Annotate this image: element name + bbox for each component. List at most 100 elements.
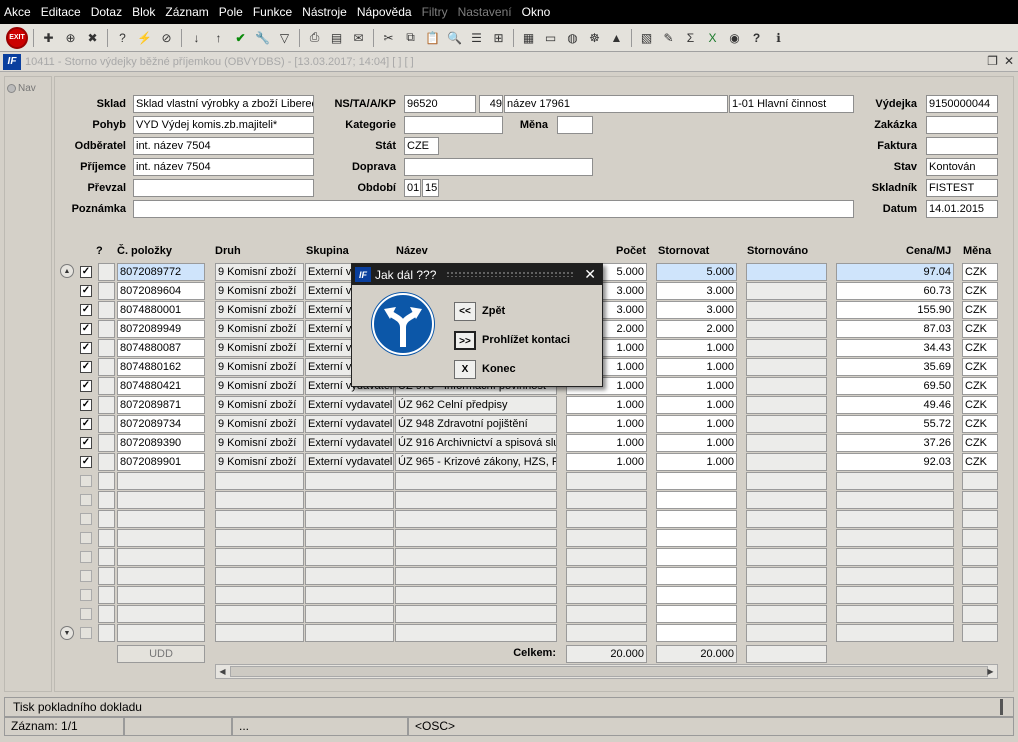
empty-cell[interactable] bbox=[962, 491, 998, 509]
menu-1[interactable]: Akce bbox=[4, 5, 31, 19]
cell-nazev[interactable]: ÚZ 948 Zdravotní pojištění bbox=[395, 415, 557, 433]
nav-toggle[interactable]: Nav bbox=[7, 83, 36, 94]
row-flag[interactable] bbox=[98, 586, 115, 604]
cell-skupina[interactable]: Externí vydavatel bbox=[305, 415, 394, 433]
cell-stornovat[interactable]: 1.000 bbox=[656, 453, 737, 471]
cell-stornovat[interactable]: 5.000 bbox=[656, 263, 737, 281]
cell-pocet[interactable]: 1.000 bbox=[566, 396, 647, 414]
cell-stornovano[interactable] bbox=[746, 358, 827, 376]
poznamka-field[interactable] bbox=[133, 200, 854, 218]
empty-cell[interactable] bbox=[656, 510, 737, 528]
obdobi-year-field[interactable]: 15 bbox=[422, 179, 439, 197]
empty-cell[interactable] bbox=[117, 510, 205, 528]
row-flag[interactable] bbox=[98, 282, 115, 300]
empty-cell[interactable] bbox=[566, 472, 647, 490]
empty-cell[interactable] bbox=[395, 472, 557, 490]
info-icon[interactable]: ℹ bbox=[769, 28, 788, 47]
scroll-thumb[interactable] bbox=[230, 666, 988, 677]
empty-cell[interactable] bbox=[656, 605, 737, 623]
cell-polozka[interactable]: 8072089390 bbox=[117, 434, 205, 452]
pohyb-field[interactable]: VYD Výdej komis.zb.majiteli* bbox=[133, 116, 314, 134]
row-checkbox[interactable]: ✓ bbox=[80, 418, 92, 430]
wrench-icon[interactable]: 🔧 bbox=[253, 28, 272, 47]
sklad-field[interactable]: Sklad vlastní výrobky a zboží Liberec bbox=[133, 95, 314, 113]
helm-icon[interactable]: ☸ bbox=[585, 28, 604, 47]
stat-field[interactable]: CZE bbox=[404, 137, 439, 155]
cell-druh[interactable]: 9 Komisní zboží bbox=[215, 434, 304, 452]
obdobi-month-field[interactable]: 01 bbox=[404, 179, 421, 197]
row-flag[interactable] bbox=[98, 624, 115, 642]
row-checkbox[interactable] bbox=[80, 551, 92, 563]
row-checkbox[interactable] bbox=[80, 475, 92, 487]
empty-cell[interactable] bbox=[656, 624, 737, 642]
scroll-left-icon[interactable]: ◀ bbox=[216, 665, 229, 678]
empty-cell[interactable] bbox=[836, 491, 954, 509]
cell-mena[interactable]: CZK bbox=[962, 453, 998, 471]
row-flag[interactable] bbox=[98, 510, 115, 528]
empty-cell[interactable] bbox=[836, 567, 954, 585]
empty-cell[interactable] bbox=[746, 472, 827, 490]
ns-name-field[interactable]: název 17961 bbox=[504, 95, 728, 113]
empty-cell[interactable] bbox=[746, 510, 827, 528]
empty-cell[interactable] bbox=[117, 472, 205, 490]
cell-stornovano[interactable] bbox=[746, 263, 827, 281]
mail-icon[interactable]: ✉ bbox=[349, 28, 368, 47]
help-icon[interactable]: ? bbox=[747, 28, 766, 47]
empty-cell[interactable] bbox=[117, 624, 205, 642]
cell-cena[interactable]: 34.43 bbox=[836, 339, 954, 357]
end-button[interactable]: X bbox=[454, 360, 476, 379]
empty-cell[interactable] bbox=[215, 529, 304, 547]
cell-mena[interactable]: CZK bbox=[962, 320, 998, 338]
cell-skupina[interactable]: Externí vydavatel bbox=[305, 434, 394, 452]
cell-mena[interactable]: CZK bbox=[962, 263, 998, 281]
empty-cell[interactable] bbox=[215, 548, 304, 566]
row-checkbox[interactable]: ✓ bbox=[80, 342, 92, 354]
cell-mena[interactable]: CZK bbox=[962, 377, 998, 395]
browse-contact-button[interactable]: >> bbox=[454, 331, 476, 350]
menu-12[interactable]: Okno bbox=[522, 5, 551, 19]
cell-cena[interactable]: 92.03 bbox=[836, 453, 954, 471]
cell-druh[interactable]: 9 Komisní zboží bbox=[215, 263, 304, 281]
menu-2[interactable]: Editace bbox=[41, 5, 81, 19]
dialog-close-icon[interactable]: ✕ bbox=[584, 266, 596, 283]
cell-mena[interactable]: CZK bbox=[962, 415, 998, 433]
scroll-right-icon[interactable]: ▶ bbox=[984, 665, 997, 678]
empty-cell[interactable] bbox=[566, 586, 647, 604]
empty-cell[interactable] bbox=[395, 510, 557, 528]
empty-cell[interactable] bbox=[962, 548, 998, 566]
cell-cena[interactable]: 35.69 bbox=[836, 358, 954, 376]
cell-stornovano[interactable] bbox=[746, 415, 827, 433]
restore-icon[interactable]: ❐ bbox=[987, 54, 998, 68]
row-checkbox[interactable] bbox=[80, 589, 92, 601]
row-flag[interactable] bbox=[98, 434, 115, 452]
copy-icon[interactable]: ⧉ bbox=[401, 28, 420, 47]
row-checkbox[interactable] bbox=[80, 513, 92, 525]
cell-druh[interactable]: 9 Komisní zboží bbox=[215, 339, 304, 357]
cell-mena[interactable]: CZK bbox=[962, 339, 998, 357]
cell-druh[interactable]: 9 Komisní zboží bbox=[215, 377, 304, 395]
row-flag[interactable] bbox=[98, 472, 115, 490]
empty-cell[interactable] bbox=[746, 529, 827, 547]
cell-stornovano[interactable] bbox=[746, 377, 827, 395]
row-flag[interactable] bbox=[98, 320, 115, 338]
empty-cell[interactable] bbox=[656, 567, 737, 585]
cell-stornovano[interactable] bbox=[746, 301, 827, 319]
empty-cell[interactable] bbox=[962, 605, 998, 623]
menu-6[interactable]: Pole bbox=[219, 5, 243, 19]
empty-cell[interactable] bbox=[566, 567, 647, 585]
prijemce-field[interactable]: int. název 7504 bbox=[133, 158, 314, 176]
cell-cena[interactable]: 55.72 bbox=[836, 415, 954, 433]
cell-polozka[interactable]: 8074880001 bbox=[117, 301, 205, 319]
row-flag[interactable] bbox=[98, 263, 115, 281]
empty-cell[interactable] bbox=[117, 491, 205, 509]
cell-stornovat[interactable]: 1.000 bbox=[656, 396, 737, 414]
horizontal-scrollbar[interactable]: ◀ ▶ bbox=[215, 664, 998, 679]
row-checkbox[interactable]: ✓ bbox=[80, 437, 92, 449]
close-window-icon[interactable]: ✕ bbox=[1004, 54, 1014, 68]
cell-druh[interactable]: 9 Komisní zboží bbox=[215, 320, 304, 338]
empty-cell[interactable] bbox=[836, 624, 954, 642]
faktura-field[interactable] bbox=[926, 137, 998, 155]
empty-cell[interactable] bbox=[566, 548, 647, 566]
row-checkbox[interactable]: ✓ bbox=[80, 380, 92, 392]
new-record-icon[interactable]: ✚ bbox=[39, 28, 58, 47]
